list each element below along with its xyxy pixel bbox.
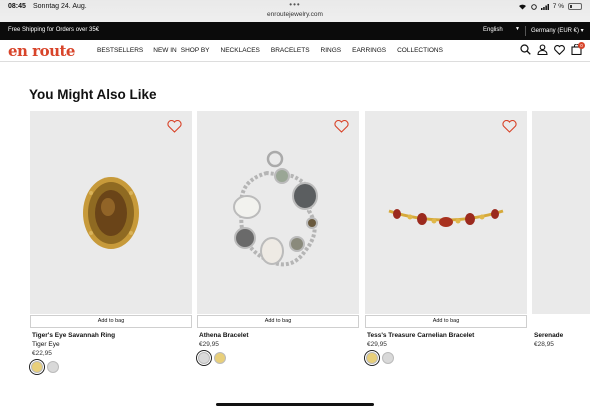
product-card[interactable]: Add to bag Athena Bracelet €29,95	[196, 111, 359, 366]
nav-new-in[interactable]: NEW IN	[153, 47, 176, 54]
country-label: Germany (EUR €)	[531, 28, 580, 34]
location-icon	[531, 3, 537, 10]
nav-earrings[interactable]: EARRINGS	[352, 47, 386, 54]
color-swatches	[364, 350, 527, 366]
tab-dots[interactable]: •••	[0, 0, 590, 9]
promo-bar: Free Shipping for Orders over 35€ Englis…	[0, 22, 590, 40]
product-price: €29,95	[199, 341, 219, 348]
swatch-gold[interactable]	[29, 359, 45, 375]
add-to-bag-button[interactable]: Add to bag	[197, 315, 359, 328]
product-price: €22,95	[32, 350, 52, 357]
promo-text: Free Shipping for Orders over 35€	[8, 27, 100, 33]
product-image[interactable]	[30, 111, 192, 314]
color-swatches	[29, 359, 192, 375]
add-to-bag-button[interactable]: Add to bag	[365, 315, 527, 328]
ring-image	[83, 177, 139, 249]
color-swatches	[196, 350, 359, 366]
promo-divider	[525, 26, 526, 36]
nav-necklaces[interactable]: NECKLACES	[221, 47, 260, 54]
bracelet-image	[388, 209, 504, 227]
product-name[interactable]: Tiger's Eye Savannah Ring	[32, 332, 192, 339]
country-selector[interactable]: Germany (EUR €) ▾	[531, 27, 584, 34]
nav-shop-by[interactable]: SHOP BY	[181, 47, 210, 54]
nav-rings[interactable]: RINGS	[321, 47, 342, 54]
bracelet-image	[233, 150, 318, 267]
add-to-bag-button[interactable]: Add to bag	[30, 315, 192, 328]
section-title: You Might Also Like	[29, 87, 157, 102]
product-name[interactable]: Serenade	[534, 332, 590, 339]
brand-logo[interactable]: en route	[8, 42, 75, 60]
status-bar: 08:45 Sonntag 24. Aug. ••• enroutejewelr…	[0, 0, 590, 22]
chevron-down-icon[interactable]: ▼	[515, 26, 520, 32]
swatch-silver[interactable]	[196, 350, 212, 366]
account-icon[interactable]	[537, 44, 548, 55]
address-bar-url[interactable]: enroutejewelry.com	[0, 11, 590, 18]
nav-collections[interactable]: COLLECTIONS	[397, 47, 443, 54]
product-image[interactable]	[197, 111, 359, 314]
battery-percent: 7 %	[552, 3, 564, 10]
product-card[interactable]: Serenade €28,95	[532, 111, 590, 348]
status-icons: 7 %	[518, 3, 582, 10]
product-material: Tiger Eye	[32, 341, 60, 348]
header-actions: 0	[520, 42, 585, 55]
product-price: €28,95	[534, 341, 554, 348]
cart-button[interactable]: 0	[571, 42, 585, 55]
product-price: €29,95	[367, 341, 387, 348]
wifi-icon	[518, 4, 526, 10]
cart-count-badge: 0	[578, 42, 585, 49]
battery-icon	[568, 3, 582, 10]
product-name[interactable]: Tess's Treasure Carnelian Bracelet	[367, 332, 527, 339]
home-indicator[interactable]	[216, 403, 374, 406]
wishlist-icon[interactable]	[554, 44, 565, 55]
signal-icon	[540, 3, 549, 10]
site-header: en route BESTSELLERS NEW IN SHOP BY NECK…	[0, 40, 590, 62]
swatch-gold[interactable]	[214, 352, 226, 364]
main-nav: BESTSELLERS NEW IN SHOP BY NECKLACES BRA…	[97, 47, 443, 54]
nav-bestsellers[interactable]: BESTSELLERS	[97, 47, 143, 54]
product-image[interactable]	[365, 111, 527, 314]
swatch-silver[interactable]	[382, 352, 394, 364]
language-selector[interactable]: English	[483, 27, 503, 33]
nav-bracelets[interactable]: BRACELETS	[271, 47, 310, 54]
product-name[interactable]: Athena Bracelet	[199, 332, 359, 339]
product-card[interactable]: Add to bag Tiger's Eye Savannah Ring Tig…	[29, 111, 192, 375]
swatch-gold[interactable]	[364, 350, 380, 366]
product-image[interactable]	[532, 111, 590, 314]
product-card[interactable]: Add to bag Tess's Treasure Carnelian Bra…	[364, 111, 527, 366]
swatch-silver[interactable]	[47, 361, 59, 373]
search-icon[interactable]	[520, 44, 531, 55]
